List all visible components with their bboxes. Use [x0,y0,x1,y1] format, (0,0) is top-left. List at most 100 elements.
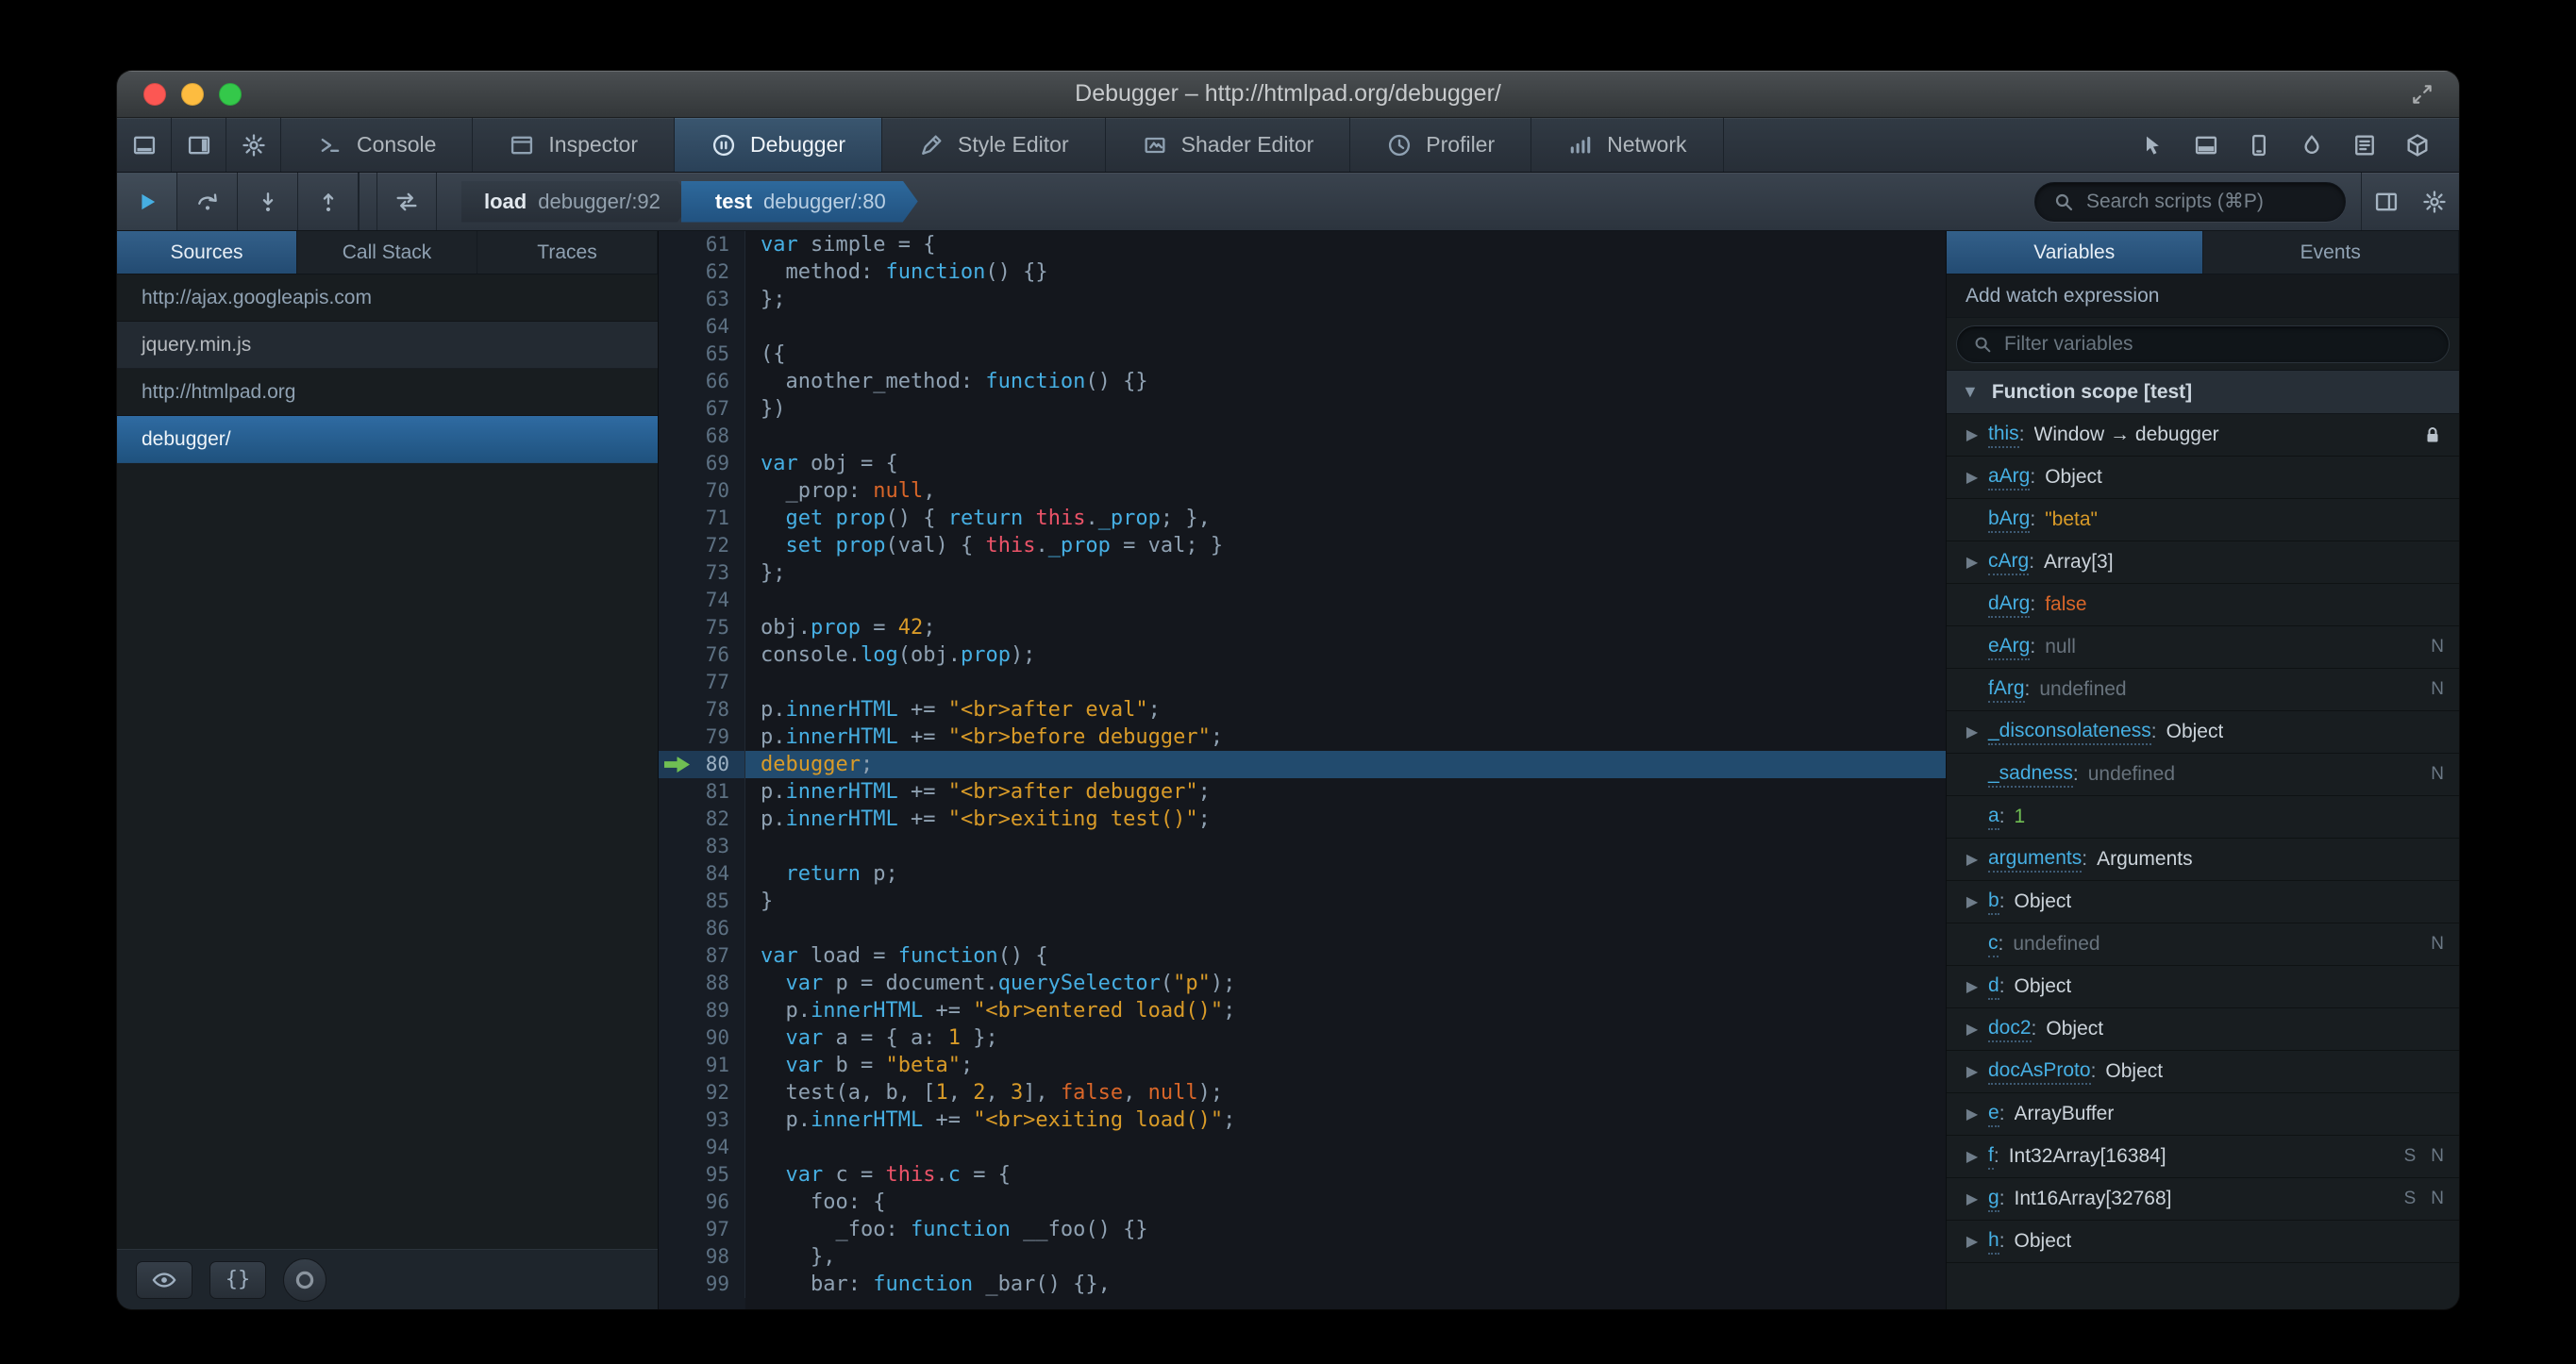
code-text[interactable]: var load = function() { [745,942,1946,970]
code-text[interactable]: var p = document.querySelector("p"); [745,970,1946,997]
code-text[interactable]: method: function() {} [745,258,1946,286]
variable-row-e[interactable]: ▶ e: ArrayBuffer [1947,1093,2459,1136]
line-number[interactable]: 96 [659,1189,745,1216]
panel-toggle-button[interactable] [2361,173,2410,230]
line-number[interactable]: 94 [659,1134,745,1161]
tracer-button[interactable] [376,173,437,230]
tab-events[interactable]: Events [2203,231,2459,274]
line-number[interactable]: 69 [659,450,745,477]
tab-profiler[interactable]: Profiler [1350,118,1532,172]
code-text[interactable]: var obj = { [745,450,1946,477]
code-text[interactable]: var simple = { [745,231,1946,258]
paint-flashing-button[interactable] [2299,132,2325,158]
code-text[interactable] [745,313,1946,341]
title-bar[interactable]: Debugger – http://htmlpad.org/debugger/ [117,71,2459,118]
code-text[interactable]: obj.prop = 42; [745,614,1946,641]
expand-arrow-icon[interactable]: ▶ [1956,1147,1988,1166]
code-text[interactable]: ({ [745,341,1946,368]
code-text[interactable]: p.innerHTML += "<br>entered load()"; [745,997,1946,1024]
line-number[interactable]: 87 [659,942,745,970]
expand-arrow-icon[interactable]: ▶ [1956,977,1988,996]
code-text[interactable]: p.innerHTML += "<br>after eval"; [745,696,1946,724]
script-search-input[interactable] [2086,190,2342,213]
variable-row-docasproto[interactable]: ▶ docAsProto: Object [1947,1051,2459,1093]
line-number[interactable]: 77 [659,669,745,696]
line-number[interactable]: 75 [659,614,745,641]
code-text[interactable]: }) [745,395,1946,423]
line-number[interactable]: 68 [659,423,745,450]
blackbox-source-button[interactable] [136,1260,192,1299]
code-text[interactable] [745,587,1946,614]
line-number[interactable]: 67 [659,395,745,423]
code-text[interactable] [745,669,1946,696]
expand-arrow-icon[interactable]: ▶ [1956,1232,1988,1251]
expand-arrow-icon[interactable]: ▶ [1956,1020,1988,1039]
variable-row-b[interactable]: ▶ b: Object [1947,881,2459,923]
variable-row-f[interactable]: ▶ f: Int32Array[16384] S N [1947,1136,2459,1178]
variable-row-c[interactable]: c: undefined N [1947,923,2459,966]
line-number[interactable]: 78 [659,696,745,724]
code-text[interactable]: test(a, b, [1, 2, 3], false, null); [745,1079,1946,1106]
line-number[interactable]: 66 [659,368,745,395]
add-watch-expression[interactable]: Add watch expression [1947,274,2459,318]
line-number[interactable]: 74 [659,587,745,614]
line-number[interactable]: 81 [659,778,745,806]
code-text[interactable]: another_method: function() {} [745,368,1946,395]
tab-console[interactable]: Console [281,118,474,172]
line-number[interactable]: 71 [659,505,745,532]
source-group-http-ajax-googleapis-com[interactable]: http://ajax.googleapis.com [117,274,658,322]
variable-row-darg[interactable]: dArg: false [1947,584,2459,626]
variable-row-carg[interactable]: ▶ cArg: Array[3] [1947,541,2459,584]
expand-arrow-icon[interactable]: ▶ [1956,1105,1988,1123]
variable-row-this[interactable]: ▶ this: Window → debugger [1947,414,2459,457]
tab-sources[interactable]: Sources [117,231,297,274]
tab-network[interactable]: Network [1531,118,1724,172]
dock-bottom-button[interactable] [117,118,172,172]
breadcrumb-item-load[interactable]: load debugger/:92 [461,181,693,223]
code-text[interactable]: var a = { a: 1 }; [745,1024,1946,1052]
step-out-button[interactable] [298,173,359,230]
variable-row-farg[interactable]: fArg: undefined N [1947,669,2459,711]
line-number[interactable]: 84 [659,860,745,888]
step-over-button[interactable] [177,173,238,230]
line-number[interactable]: 97 [659,1216,745,1243]
variable-row-aarg[interactable]: ▶ aArg: Object [1947,457,2459,499]
line-number[interactable]: 88 [659,970,745,997]
variable-row--sadness[interactable]: _sadness: undefined N [1947,754,2459,796]
line-number[interactable]: 82 [659,806,745,833]
line-number[interactable]: 72 [659,532,745,559]
expand-arrow-icon[interactable]: ▶ [1956,892,1988,911]
source-group-http-htmlpad-org[interactable]: http://htmlpad.org [117,369,658,416]
line-number[interactable]: 98 [659,1243,745,1271]
line-number[interactable]: 93 [659,1106,745,1134]
code-text[interactable]: p.innerHTML += "<br>exiting test()"; [745,806,1946,833]
line-number[interactable]: 62 [659,258,745,286]
line-number[interactable]: 61 [659,231,745,258]
line-number[interactable]: 83 [659,833,745,860]
tilt-button[interactable] [2404,132,2431,158]
expand-arrow-icon[interactable]: ▶ [1956,553,1988,572]
expand-arrow-icon[interactable]: ▶ [1956,850,1988,869]
line-number[interactable]: 91 [659,1052,745,1079]
line-number[interactable]: 79 [659,724,745,751]
source-item-debugger-[interactable]: debugger/ [117,416,658,463]
tab-style-editor[interactable]: Style Editor [882,118,1106,172]
filter-variables-input[interactable] [2004,332,2434,356]
line-number[interactable]: 85 [659,888,745,915]
code-text[interactable]: }; [745,286,1946,313]
minimize-button[interactable] [181,82,204,106]
pick-element-button[interactable] [2140,132,2166,158]
code-text[interactable]: return p; [745,860,1946,888]
code-text[interactable]: }; [745,559,1946,587]
variable-row-d[interactable]: ▶ d: Object [1947,966,2459,1008]
line-number[interactable]: 64 [659,313,745,341]
tab-inspector[interactable]: Inspector [473,118,675,172]
line-number[interactable]: 63 [659,286,745,313]
code-text[interactable]: }, [745,1243,1946,1271]
variable-row-earg[interactable]: eArg: null N [1947,626,2459,669]
dock-side-button[interactable] [172,118,226,172]
line-number[interactable]: 99 [659,1271,745,1298]
tab-shader-editor[interactable]: Shader Editor [1106,118,1351,172]
line-number[interactable]: 76 [659,641,745,669]
tab-traces[interactable]: Traces [477,231,658,274]
